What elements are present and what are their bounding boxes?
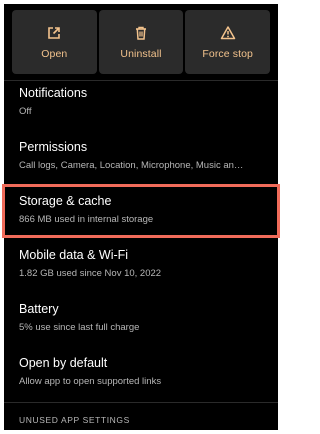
settings-item-title: Open by default xyxy=(19,356,108,370)
settings-item-summary: 1.82 GB used since Nov 10, 2022 xyxy=(19,268,162,279)
settings-item-summary: Call logs, Camera, Location, Microphone,… xyxy=(19,160,244,171)
settings-item-mobile-data-wifi[interactable]: Mobile data & Wi-Fi 1.82 GB used since N… xyxy=(19,248,269,280)
settings-item-notifications[interactable]: Notifications Off xyxy=(19,86,269,118)
settings-item-battery[interactable]: Battery 5% use since last full charge xyxy=(19,302,269,334)
open-button-label: Open xyxy=(41,48,68,60)
settings-item-permissions[interactable]: Permissions Call logs, Camera, Location,… xyxy=(19,140,269,172)
settings-item-title: Mobile data & Wi-Fi xyxy=(19,248,129,262)
open-button[interactable]: Open xyxy=(12,10,97,74)
settings-item-summary: Off xyxy=(19,106,32,117)
divider xyxy=(4,80,278,81)
settings-item-title: Battery xyxy=(19,302,59,316)
app-info-screen: Open Uninstall Force stop Notifications … xyxy=(4,4,278,430)
warning-icon xyxy=(219,24,237,42)
action-button-row: Open Uninstall Force stop xyxy=(12,10,271,74)
force-stop-button[interactable]: Force stop xyxy=(185,10,271,74)
trash-icon xyxy=(132,24,150,42)
open-external-icon xyxy=(45,24,63,42)
force-stop-button-label: Force stop xyxy=(202,48,253,60)
uninstall-button[interactable]: Uninstall xyxy=(98,10,184,74)
settings-item-title: Notifications xyxy=(19,86,88,100)
settings-item-title: Permissions xyxy=(19,140,88,154)
settings-item-open-by-default[interactable]: Open by default Allow app to open suppor… xyxy=(19,356,269,388)
settings-item-summary: 5% use since last full charge xyxy=(19,322,140,333)
uninstall-button-label: Uninstall xyxy=(120,48,162,60)
settings-item-storage-cache[interactable]: Storage & cache 866 MB used in internal … xyxy=(19,194,269,226)
settings-item-summary: 866 MB used in internal storage xyxy=(19,214,154,225)
divider xyxy=(4,402,278,403)
settings-item-title: Storage & cache xyxy=(19,194,112,208)
settings-item-summary: Allow app to open supported links xyxy=(19,376,162,387)
section-header-unused-app-settings: UNUSED APP SETTINGS xyxy=(19,415,130,425)
